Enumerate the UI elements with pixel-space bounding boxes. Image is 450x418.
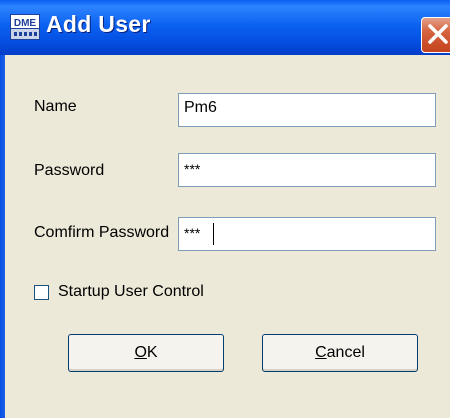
password-field-value: *** [184, 161, 201, 177]
name-field-value: Pm6 [184, 99, 217, 116]
confirm-password-field-value: *** [184, 225, 201, 241]
close-icon [428, 24, 448, 44]
cancel-button-mnemonic: C [315, 344, 327, 361]
confirm-password-field[interactable]: *** [178, 217, 436, 251]
ok-button-label: K [146, 344, 158, 361]
text-caret [213, 223, 214, 245]
app-icon: DME [10, 14, 40, 40]
name-field[interactable]: Pm6 [178, 93, 436, 127]
startup-user-control-label: Startup User Control [58, 283, 204, 300]
add-user-dialog: DME Add User Name Pm6 Password *** Comfi… [0, 0, 450, 418]
title-bar[interactable]: DME Add User [0, 0, 450, 55]
password-label: Password [34, 162, 105, 179]
close-button[interactable] [421, 17, 450, 53]
svg-text:DME: DME [14, 18, 37, 29]
startup-user-control-checkbox[interactable] [34, 285, 49, 300]
cancel-button-label: ancel [326, 344, 365, 361]
ok-button[interactable]: OK [68, 334, 224, 372]
window-border [0, 55, 5, 418]
cancel-button[interactable]: Cancel [262, 334, 418, 372]
password-field[interactable]: *** [178, 153, 436, 187]
name-label: Name [34, 98, 77, 115]
window-title: Add User [46, 11, 151, 37]
ok-button-mnemonic: O [134, 344, 147, 361]
confirm-password-label: Comfirm Password [34, 224, 170, 241]
